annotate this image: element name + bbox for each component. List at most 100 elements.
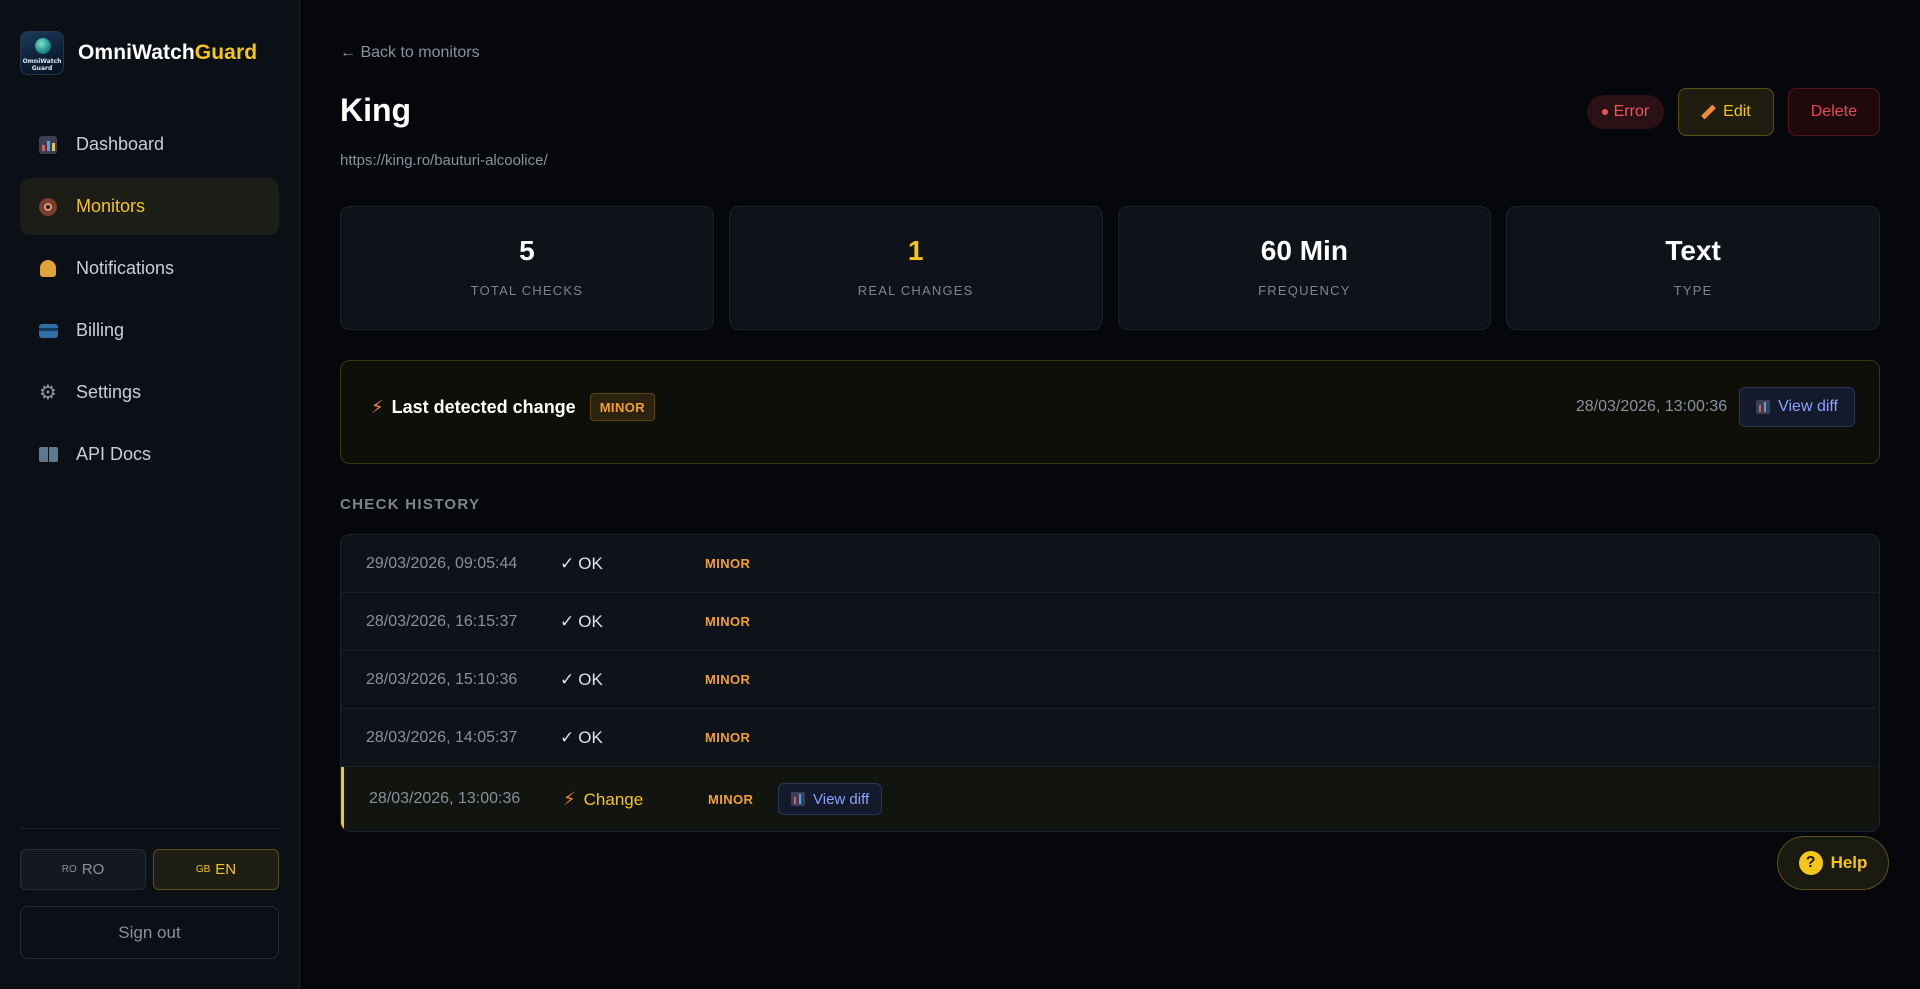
chart-icon — [791, 792, 805, 806]
last-change-heading: ⚡ Last detected change MINOR — [371, 393, 656, 421]
check-status: ✓ OK — [560, 670, 705, 690]
edit-button[interactable]: Edit — [1678, 88, 1774, 136]
stat-value: 1 — [907, 235, 924, 266]
monitor-url: https://king.ro/bauturi-alcoolice/ — [340, 152, 548, 169]
checkmark-icon: ✓ — [560, 669, 575, 689]
sidebar-item-monitors[interactable]: Monitors — [20, 178, 279, 235]
severity-badge: MINOR — [705, 556, 751, 571]
sidebar-item-label: API Docs — [76, 444, 152, 464]
check-status: ⚡ Change — [563, 789, 708, 810]
stat-label: REAL CHANGES — [857, 283, 974, 298]
brand-name: OmniWatchGuard — [78, 41, 257, 65]
status-dot-icon — [1601, 109, 1608, 115]
stat-label: FREQUENCY — [1258, 283, 1351, 298]
bell-icon — [38, 259, 58, 279]
sidebar-item-label: Monitors — [76, 196, 146, 216]
table-row[interactable]: 29/03/2026, 09:05:44 ✓ OK MINOR — [341, 535, 1879, 593]
checkmark-icon: ✓ — [560, 611, 575, 631]
sidebar-item-label: Dashboard — [76, 134, 165, 154]
checkmark-icon: ✓ — [560, 553, 575, 573]
status-text: OK — [578, 669, 603, 689]
sidebar: OmniWatch Guard OmniWatchGuard Dashboard… — [0, 0, 300, 989]
view-diff-label: View diff — [813, 790, 870, 808]
status-label: Error — [1613, 103, 1650, 120]
sidebar-nav: Dashboard Monitors Notifications Billing… — [20, 116, 279, 488]
sign-out-button[interactable]: Sign out — [20, 906, 279, 959]
lang-label: RO — [81, 861, 105, 878]
severity-badge: MINOR — [708, 791, 754, 807]
page-title: King — [340, 92, 412, 128]
sidebar-item-settings[interactable]: ⚙ Settings — [20, 364, 279, 421]
status-text: OK — [578, 553, 603, 573]
check-status: ✓ OK — [560, 554, 705, 574]
stat-value: Text — [1665, 235, 1721, 266]
table-row[interactable]: 28/03/2026, 16:15:37 ✓ OK MINOR — [341, 593, 1879, 651]
chart-icon — [38, 135, 58, 155]
stat-card-frequency: 60 Min FREQUENCY — [1117, 206, 1492, 330]
sidebar-item-billing[interactable]: Billing — [20, 302, 279, 359]
brand-accent: Guard — [194, 41, 258, 64]
stat-label: TOTAL CHECKS — [470, 283, 584, 298]
view-diff-button[interactable]: View diff — [1739, 387, 1855, 427]
check-date: 28/03/2026, 16:15:37 — [366, 612, 518, 630]
sidebar-item-label: Billing — [76, 320, 125, 340]
brand-primary: OmniWatch — [78, 41, 195, 64]
check-history-title: CHECK HISTORY — [340, 496, 481, 513]
stat-card-type: Text TYPE — [1506, 206, 1880, 330]
last-change-meta: 28/03/2026, 13:00:36 View diff — [1576, 387, 1855, 427]
sidebar-divider — [20, 828, 279, 829]
gear-icon: ⚙ — [39, 381, 57, 404]
check-date: 28/03/2026, 13:00:36 — [369, 790, 521, 807]
table-row-change[interactable]: 28/03/2026, 13:00:36 ⚡ Change MINOR View … — [341, 767, 1879, 831]
edit-label: Edit — [1723, 103, 1751, 120]
check-status: ✓ OK — [560, 612, 705, 632]
lang-en-button[interactable]: GB EN — [153, 849, 279, 890]
severity-badge: MINOR — [705, 614, 751, 629]
chart-icon — [1756, 400, 1771, 414]
status-text: OK — [578, 727, 603, 747]
checkmark-icon: ✓ — [560, 727, 575, 747]
last-change-title: Last detected change — [391, 396, 576, 417]
sidebar-item-label: Notifications — [76, 258, 175, 278]
lightning-icon: ⚡ — [563, 788, 576, 809]
question-icon: ? — [1798, 851, 1823, 875]
globe-icon — [35, 38, 51, 54]
sidebar-item-api-docs[interactable]: API Docs — [20, 426, 279, 483]
sidebar-item-label: Settings — [76, 382, 142, 402]
lang-ro-button[interactable]: RO RO — [20, 849, 146, 890]
view-diff-button[interactable]: View diff — [778, 783, 883, 815]
stats-row: 5 TOTAL CHECKS 1 REAL CHANGES 60 Min FRE… — [340, 206, 1880, 330]
severity-badge: MINOR — [589, 393, 656, 421]
severity-badge: MINOR — [705, 672, 751, 687]
check-date: 28/03/2026, 14:05:37 — [366, 728, 518, 746]
stat-value: 60 Min — [1260, 235, 1348, 266]
eye-icon — [38, 197, 58, 217]
logo-text: OmniWatch Guard — [22, 58, 62, 72]
table-row[interactable]: 28/03/2026, 14:05:37 ✓ OK MINOR — [341, 709, 1879, 767]
book-icon — [38, 445, 58, 465]
lang-label: EN — [215, 861, 237, 878]
check-status: ✓ OK — [560, 728, 705, 748]
sidebar-item-dashboard[interactable]: Dashboard — [20, 116, 279, 173]
gb-flag-icon: GB — [195, 864, 211, 875]
table-row[interactable]: 28/03/2026, 15:10:36 ✓ OK MINOR — [341, 651, 1879, 709]
back-to-monitors-link[interactable]: ← Back to monitors — [340, 44, 480, 62]
delete-button[interactable]: Delete — [1787, 88, 1880, 136]
check-date: 28/03/2026, 15:10:36 — [366, 670, 518, 688]
card-icon — [38, 321, 58, 341]
help-button[interactable]: ? Help — [1777, 836, 1889, 890]
stat-value: 5 — [519, 235, 535, 266]
status-text: Change — [583, 789, 644, 809]
brand[interactable]: OmniWatch Guard OmniWatchGuard — [20, 31, 257, 75]
check-date: 29/03/2026, 09:05:44 — [366, 554, 518, 572]
stat-card-total-checks: 5 TOTAL CHECKS — [340, 206, 714, 330]
sidebar-item-notifications[interactable]: Notifications — [20, 240, 279, 297]
check-history-table: 29/03/2026, 09:05:44 ✓ OK MINOR 28/03/202… — [340, 534, 1880, 832]
ro-flag-icon: RO — [61, 864, 77, 875]
stat-label: TYPE — [1673, 283, 1713, 298]
header-actions: Error Edit Delete — [1586, 88, 1880, 136]
app-logo: OmniWatch Guard — [20, 31, 64, 75]
last-change-date: 28/03/2026, 13:00:36 — [1575, 398, 1728, 415]
language-switcher: RO RO GB EN — [20, 849, 279, 890]
status-text: OK — [578, 611, 603, 631]
